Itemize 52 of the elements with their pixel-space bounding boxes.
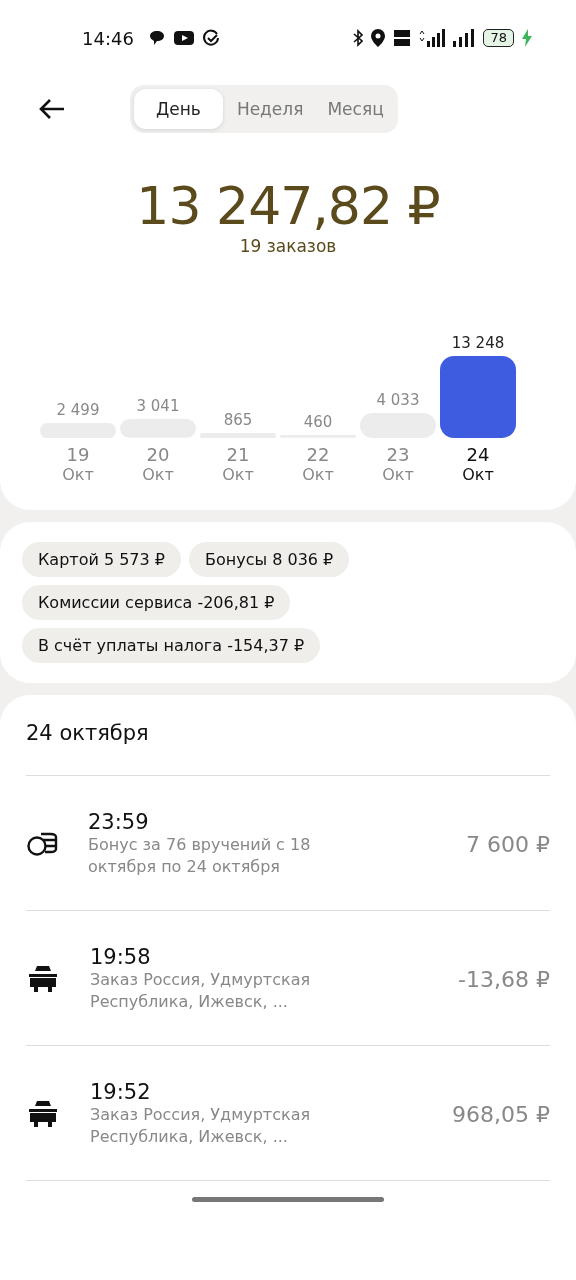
breakdown-chip: Картой 5 573 ₽ bbox=[22, 542, 181, 577]
bluetooth-icon bbox=[353, 29, 364, 47]
month-label: Окт bbox=[222, 465, 254, 484]
operation-amount: 7 600 ₽ bbox=[466, 831, 550, 857]
operation-time: 19:58 bbox=[90, 945, 152, 969]
operation-description: Бонус за 76 вручений с 18 октября по 24 октября bbox=[88, 834, 312, 878]
charging-icon bbox=[522, 29, 532, 47]
status-time: 14:46 bbox=[82, 27, 134, 49]
day-label: 20 bbox=[146, 444, 170, 465]
period-tab[interactable]: Неделя bbox=[226, 89, 314, 129]
breakdown-chip: Комиссии сервиса -206,81 ₽ bbox=[22, 585, 291, 620]
month-label: Окт bbox=[382, 465, 414, 484]
day-label: 23 bbox=[386, 444, 410, 465]
operation-amount: 968,05 ₽ bbox=[452, 1101, 550, 1127]
breakdown-chip: Бонусы 8 036 ₽ bbox=[189, 542, 350, 577]
month-label: Окт bbox=[142, 465, 174, 484]
car-icon bbox=[26, 965, 60, 993]
chat-icon bbox=[147, 30, 166, 46]
value-label: 13 248 bbox=[451, 334, 505, 352]
total-amount: 13 247,82 ₽ bbox=[135, 176, 441, 236]
operation-time: 23:59 bbox=[88, 810, 150, 834]
battery-indicator: 78 bbox=[483, 29, 514, 47]
date-heading: 24 октября bbox=[26, 721, 550, 776]
value-label: 3 041 bbox=[136, 397, 180, 416]
day-label: 21 bbox=[226, 444, 250, 465]
operation-description: Заказ Россия, Удмуртская Республика, Ижевск, ... bbox=[90, 1104, 312, 1148]
month-label: Окт bbox=[462, 465, 494, 484]
breakdown-chip: В счёт уплаты налога -154,37 ₽ bbox=[22, 628, 321, 663]
orders-count: 19 заказов bbox=[238, 236, 338, 256]
value-label: 865 bbox=[223, 410, 253, 429]
location-icon bbox=[371, 29, 386, 47]
period-tab[interactable]: Месяц bbox=[317, 89, 394, 129]
value-label: 2 499 bbox=[56, 400, 100, 419]
operation-description: Заказ Россия, Удмуртская Республика, Ижевск, ... bbox=[90, 969, 312, 1013]
car-icon bbox=[26, 1100, 60, 1128]
value-label: 460 bbox=[303, 413, 333, 432]
period-tab[interactable]: День bbox=[134, 89, 223, 129]
month-label: Окт bbox=[302, 465, 334, 484]
video-icon bbox=[173, 31, 194, 45]
operation-amount: -13,68 ₽ bbox=[458, 966, 550, 992]
day-label: 22 bbox=[306, 444, 330, 465]
month-label: Окт bbox=[62, 465, 94, 484]
signal-icon bbox=[453, 29, 476, 47]
bar[interactable] bbox=[440, 356, 516, 438]
day-label: 24 bbox=[466, 444, 490, 465]
check-circle-icon bbox=[201, 29, 220, 47]
day-label: 19 bbox=[66, 444, 90, 465]
value-label: 4 033 bbox=[376, 391, 420, 410]
operation-time: 19:52 bbox=[90, 1080, 152, 1104]
coins-icon bbox=[26, 831, 58, 857]
signal-icon bbox=[419, 29, 446, 47]
back-arrow-icon[interactable] bbox=[38, 97, 66, 121]
